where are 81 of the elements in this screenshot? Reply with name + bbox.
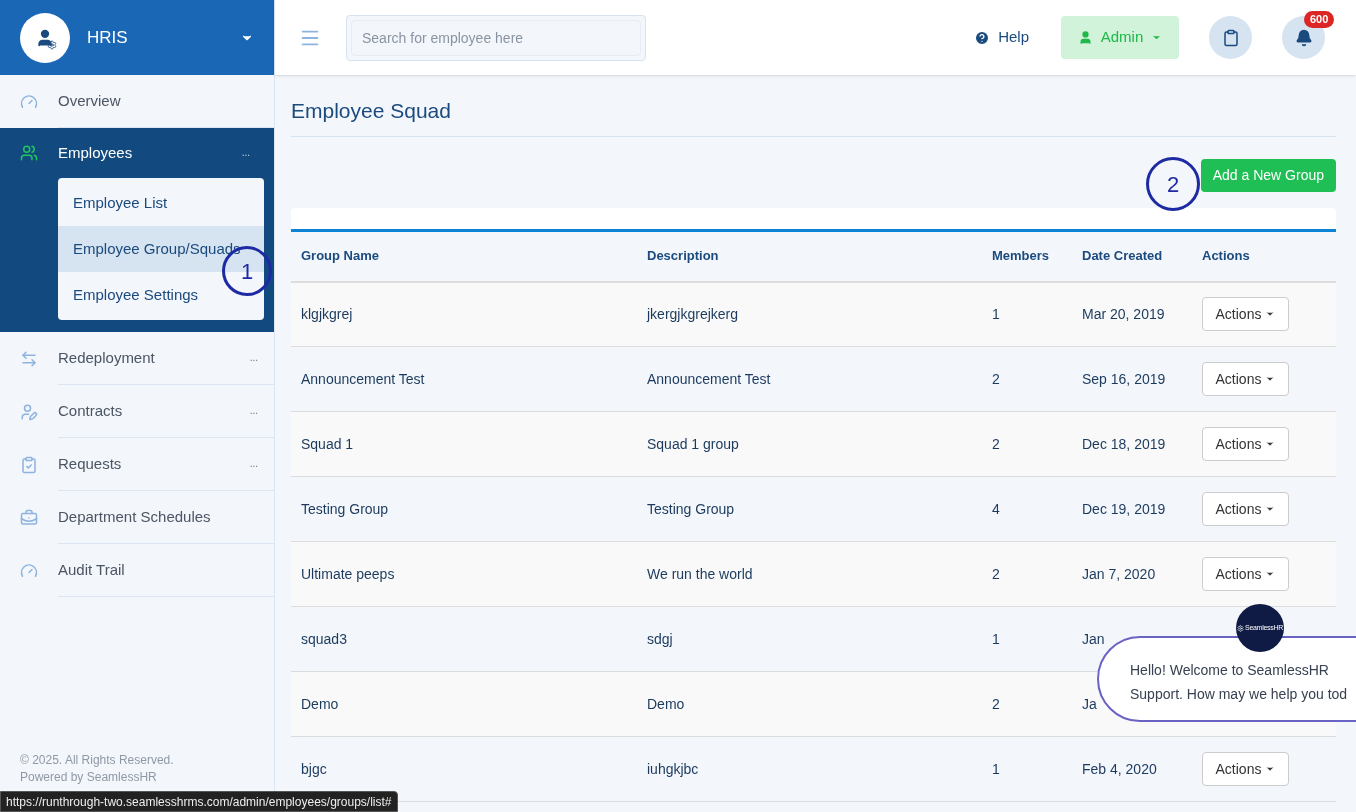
nav-item[interactable]: Employees ... <box>0 128 274 178</box>
table-cell: klgjkgrej <box>291 281 637 347</box>
table-cell: Announcement Test <box>291 346 637 412</box>
user-icon <box>1077 30 1093 45</box>
gauge-icon <box>20 561 38 580</box>
users-icon <box>20 144 38 162</box>
table-cell: Dec 18, 2019 <box>1082 436 1166 452</box>
chat-message: Hello! Welcome to SeamlessHR Support. How may we help you tod <box>1130 661 1349 704</box>
actions-dropdown[interactable]: Actions <box>1202 557 1289 591</box>
footer-text: © 2025. All Rights Reserved. <box>20 752 175 769</box>
actions-dropdown[interactable]: Actions <box>1202 362 1289 396</box>
clipboard-check-icon <box>20 455 38 474</box>
nav-item[interactable]: Department Schedules <box>0 491 274 544</box>
table-cell: 4 <box>982 476 1072 542</box>
search-field[interactable]: Search for employee here <box>346 14 646 61</box>
table-cell: Dec 19, 2019 <box>1082 501 1166 517</box>
submenu-item[interactable]: Employee List <box>58 180 264 226</box>
bell-icon <box>1294 28 1313 47</box>
annotation-marker: 2 <box>1146 157 1200 211</box>
table-cell: 1 <box>982 736 1072 802</box>
actions-dropdown[interactable]: Actions <box>1202 297 1289 332</box>
briefcase-icon <box>20 508 38 527</box>
table-cell: jkergjkgrejkerg <box>637 281 982 347</box>
gauge-icon <box>20 92 38 111</box>
table-cell: 2 <box>982 541 1072 607</box>
table-cell: Squad 1 <box>291 411 637 477</box>
table-cell: Feb 4, 2020 <box>1082 761 1157 777</box>
caret-icon <box>1265 439 1276 449</box>
clipboard-icon <box>1221 28 1240 47</box>
arrows-icon <box>20 349 38 368</box>
actions-dropdown[interactable]: Actions <box>1202 492 1289 526</box>
more-indicator[interactable]: ... <box>249 353 258 363</box>
more-indicator[interactable]: ... <box>241 148 250 158</box>
table-cell: Testing Group <box>291 476 637 542</box>
column-header: Group Name <box>291 231 637 282</box>
table-cell: Ja <box>1082 696 1097 712</box>
caret-icon <box>1265 374 1276 384</box>
table-cell: 1 <box>982 606 1072 672</box>
footer-text: Powered by SeamlessHR <box>20 769 158 786</box>
actions-dropdown[interactable]: Actions <box>1202 752 1289 786</box>
column-header: Actions <box>1192 231 1336 282</box>
table-cell: Demo <box>637 671 982 737</box>
table-cell: squad3 <box>291 606 637 672</box>
nav-item[interactable]: Contracts ... <box>0 385 274 438</box>
clipboard-button[interactable] <box>1209 16 1252 59</box>
table-cell: sdgj <box>637 606 982 672</box>
page-title: Employee Squad <box>291 75 1336 137</box>
table-cell: Mar 20, 2019 <box>1082 306 1165 323</box>
table-cell: 2 <box>982 346 1072 412</box>
table-cell: Ultimate peeps <box>291 541 637 607</box>
table-cell: 2 <box>982 671 1072 737</box>
nav-item[interactable]: Redeployment ... <box>0 332 274 385</box>
caret-icon <box>1265 764 1276 774</box>
table-cell: Sep 16, 2019 <box>1082 371 1166 387</box>
nav-item[interactable]: Requests ... <box>0 438 274 491</box>
table-cell: iuhgkjbc <box>637 736 982 802</box>
help-link[interactable]: Help <box>974 26 1029 49</box>
gear-icon <box>1237 624 1245 632</box>
column-header: Members <box>982 231 1072 282</box>
column-header: Description <box>637 231 982 282</box>
brand-name: HRIS <box>87 26 129 49</box>
table-cell: 1 <box>982 281 1072 347</box>
user-edit-icon <box>20 402 38 421</box>
nav-item[interactable]: Audit Trail <box>0 544 274 597</box>
table-cell: Jan 7, 2020 <box>1082 566 1156 582</box>
actions-dropdown[interactable]: Actions <box>1202 427 1289 461</box>
table-cell: Testing Group <box>637 476 982 542</box>
gear-icon <box>47 39 57 50</box>
table-cell: Announcement Test <box>637 346 982 412</box>
more-indicator[interactable]: ... <box>249 459 258 469</box>
table-cell: Demo <box>291 671 637 737</box>
caret-icon <box>1265 504 1276 514</box>
caret-icon <box>1265 569 1276 579</box>
column-header: Date Created <box>1072 231 1192 282</box>
table-cell: We run the world <box>637 541 982 607</box>
more-indicator[interactable]: ... <box>249 406 258 416</box>
table-cell: Squad 1 group <box>637 411 982 477</box>
notification-count: 600 <box>1304 11 1335 28</box>
table-cell: 2 <box>982 411 1072 477</box>
table-cell: Jan <box>1082 631 1105 647</box>
help-icon <box>974 29 991 46</box>
